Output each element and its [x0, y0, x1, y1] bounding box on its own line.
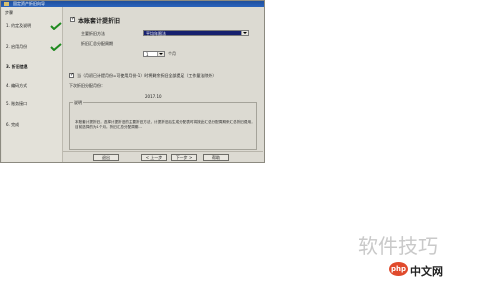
step-label: 4. 编码方式	[6, 83, 28, 88]
step-label: 2. 启用月份	[6, 44, 28, 49]
full-depreciation-label: 当（月初已计提月份=可使用月份-1）时将剩余折旧全部提足（工作量法除外）	[77, 73, 217, 78]
explanation-legend: 说明	[73, 100, 83, 106]
period-unit: 个月	[168, 51, 176, 56]
next-button[interactable]: 下一步 >	[171, 154, 197, 161]
step-item-1: 1. 约定及说明	[6, 21, 62, 31]
depreciation-checkbox[interactable]	[70, 16, 75, 22]
explanation-group: 说明 本账套计提折旧，选择计提折旧的主要折旧方法，计提折旧后生成分配表时将按此汇…	[69, 100, 257, 150]
period-label: 折旧汇总分配周期	[81, 41, 113, 46]
prev-button[interactable]: < 上一步	[141, 154, 167, 161]
chevron-down-icon[interactable]	[157, 52, 164, 56]
method-select[interactable]: 平均年限法	[143, 30, 249, 36]
chevron-down-icon[interactable]	[241, 31, 248, 35]
steps-header: 步骤	[5, 10, 13, 15]
explanation-text: 本账套计提折旧，选择计提折旧的主要折旧方法，计提折旧后生成分配表时将按此汇总分配…	[75, 120, 255, 129]
step-item-6: 6. 完成	[6, 120, 60, 130]
method-value: 平均年限法	[146, 31, 166, 36]
step-label: 6. 完成	[6, 122, 20, 127]
site-logo: php 中文网	[389, 262, 445, 278]
wizard-content: 本账套计提折旧 主要折旧方法 平均年限法 折旧汇总分配周期 1 个月 当（月初已…	[63, 7, 263, 151]
step-item-3: 3. 折旧信息	[6, 62, 60, 72]
next-alloc-label: 下次折旧分配月份：	[69, 83, 105, 88]
step-label: 3. 折旧信息	[6, 64, 28, 69]
steps-sidebar: 步骤 1. 约定及说明 2. 启用月份 3. 折旧信息 4. 编码方式 5. 账…	[2, 7, 63, 162]
step-label: 1. 约定及说明	[6, 23, 32, 28]
help-button[interactable]: 帮助	[203, 154, 229, 161]
wizard-window: 固定资产折旧向导 步骤 1. 约定及说明 2. 启用月份 3. 折旧信息 4. …	[0, 0, 265, 163]
depreciation-title: 本账套计提折旧	[78, 18, 121, 25]
checkmark-icon	[50, 22, 62, 30]
checkmark-icon	[50, 43, 62, 51]
step-label: 5. 账务接口	[6, 101, 28, 106]
next-alloc-date: 2017.10	[145, 94, 162, 99]
php-logo-icon: php	[389, 262, 408, 276]
period-value: 1	[146, 52, 149, 57]
site-name: 中文网	[410, 265, 443, 278]
period-select[interactable]: 1	[143, 51, 165, 57]
step-item-4: 4. 编码方式	[6, 81, 60, 91]
step-item-5: 5. 账务接口	[6, 99, 60, 109]
app-icon	[4, 2, 9, 6]
watermark-text: 软件技巧	[358, 234, 438, 258]
full-depreciation-checkbox[interactable]	[69, 72, 74, 78]
step-item-2: 2. 启用月份	[6, 42, 62, 52]
method-label: 主要折旧方法	[81, 31, 105, 36]
exit-button[interactable]: 退出	[93, 154, 119, 161]
button-bar: 退出 < 上一步 下一步 > 帮助	[63, 151, 263, 162]
